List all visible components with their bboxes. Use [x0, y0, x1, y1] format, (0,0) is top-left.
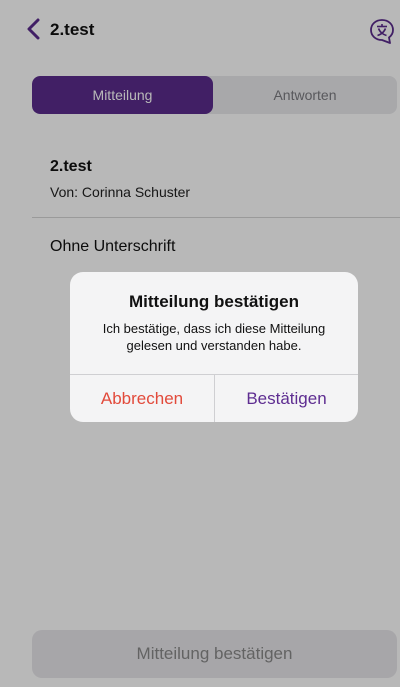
confirmation-alert: Mitteilung bestätigen Ich bestätige, das…: [70, 272, 358, 422]
alert-title: Mitteilung bestätigen: [129, 292, 299, 311]
cancel-button[interactable]: Abbrechen: [70, 375, 214, 422]
alert-message: Ich bestätige, dass ich diese Mitteilung…: [102, 321, 326, 353]
confirm-button[interactable]: Bestätigen: [215, 375, 358, 422]
